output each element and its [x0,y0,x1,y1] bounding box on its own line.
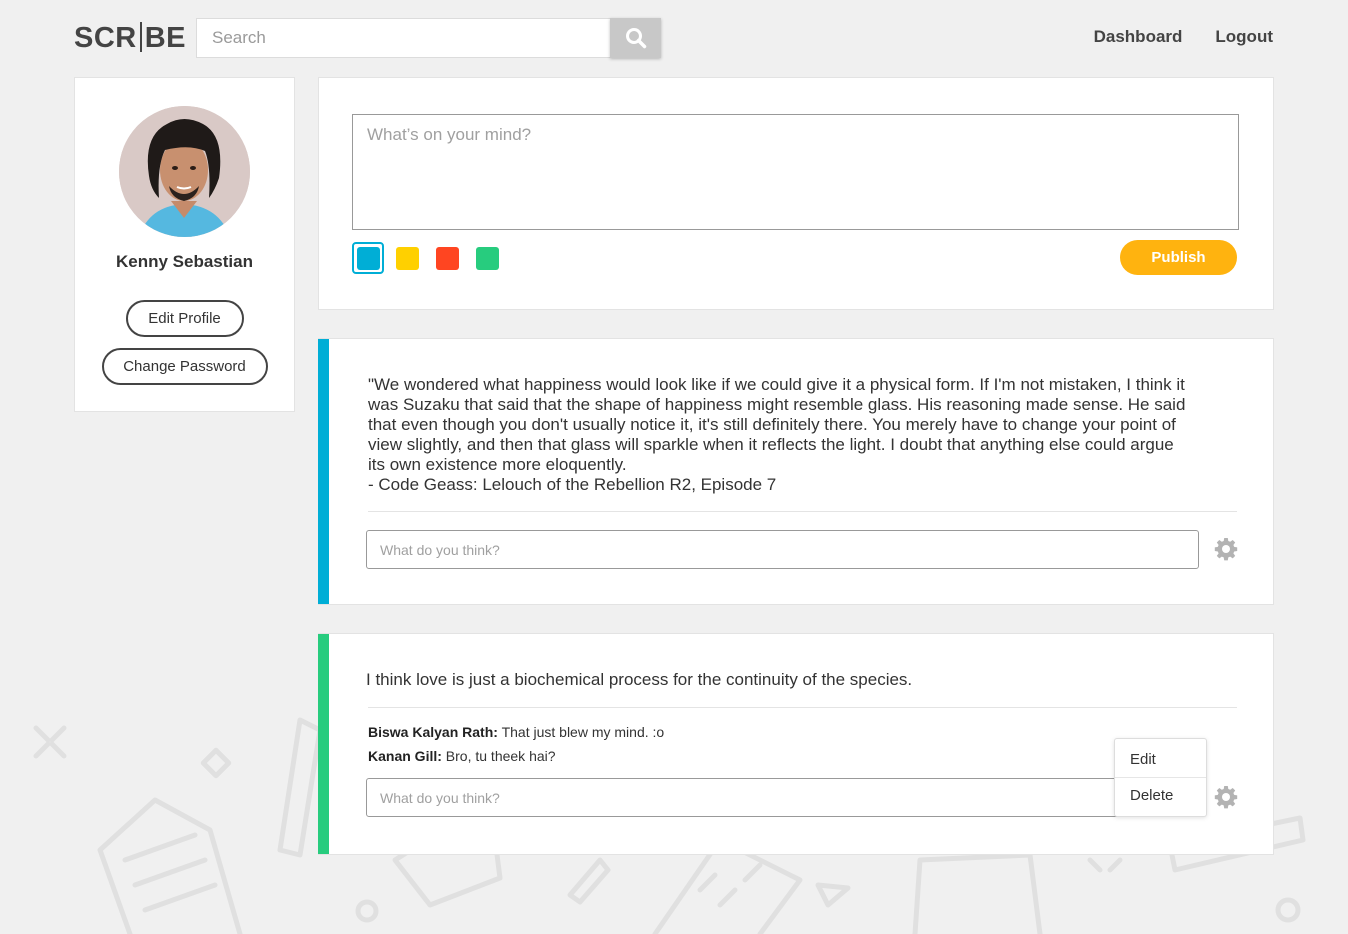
comment: Kanan Gill: Bro, tu theek hai? [368,748,556,764]
post-divider [368,511,1237,512]
comment-author[interactable]: Kanan Gill: [368,748,442,764]
comment-text: That just blew my mind. :o [501,724,665,740]
post-card: I think love is just a biochemical proce… [318,633,1274,855]
nav-logout-link[interactable]: Logout [1215,27,1273,47]
color-swatch-red[interactable] [436,246,459,270]
post-settings-button[interactable] [1214,785,1238,809]
post-options-menu: Edit Delete [1114,738,1207,817]
post-text-line: - Code Geass: Lelouch of the Rebellion R… [368,475,777,494]
post-composer: Publish [318,77,1274,310]
post-text-line: its own existence more eloquently. [368,455,627,474]
avatar-image [119,106,250,237]
post-divider [368,707,1237,708]
nav-dashboard-link[interactable]: Dashboard [1094,27,1183,47]
comment-input[interactable] [366,778,1199,817]
post-color-stripe [318,339,329,604]
scribe-logo[interactable]: SCR BE [74,22,186,55]
menu-item-edit[interactable]: Edit [1115,739,1206,777]
avatar [119,106,250,237]
logo-cursor-mark [139,22,142,52]
comment-author[interactable]: Biswa Kalyan Rath: [368,724,498,740]
post-card: "We wondered what happiness would look l… [318,338,1274,605]
post-text: "We wondered what happiness would look l… [368,375,1223,495]
search-bar [196,18,661,58]
post-text-line: was Suzaku that said that the shape of h… [368,395,1186,414]
gear-icon [1214,786,1238,809]
color-swatch-yellow[interactable] [396,246,419,270]
top-nav: Dashboard Logout [1094,27,1273,47]
logo-text-right: BE [144,22,187,54]
color-swatch-green[interactable] [476,246,499,270]
profile-card: Kenny Sebastian Edit Profile Change Pass… [74,77,295,412]
logo-text-left: SCR [74,22,137,54]
comment: Biswa Kalyan Rath: That just blew my min… [368,724,664,740]
comment-text: Bro, tu theek hai? [445,748,556,764]
post-color-stripe [318,634,329,854]
gear-icon [1214,538,1238,561]
publish-button[interactable]: Publish [1120,240,1237,275]
post-text-line: that even though you don't usually notic… [368,415,1176,434]
menu-item-delete[interactable]: Delete [1115,777,1206,815]
color-swatch-blue[interactable] [356,246,380,270]
post-text: I think love is just a biochemical proce… [366,670,913,689]
color-swatches [352,242,516,274]
search-input[interactable] [196,18,610,58]
search-button[interactable] [610,18,661,58]
edit-profile-button[interactable]: Edit Profile [125,300,244,337]
post-text-line: "We wondered what happiness would look l… [368,375,1185,394]
post-textarea[interactable] [352,114,1239,230]
post-text-line: view slightly, and then that glass will … [368,435,1174,454]
search-icon [625,28,646,49]
change-password-button[interactable]: Change Password [101,348,268,385]
comment-input[interactable] [366,530,1199,569]
post-settings-button[interactable] [1214,537,1238,561]
color-swatch-selected-frame[interactable] [352,242,384,274]
profile-name: Kenny Sebastian [116,252,253,271]
